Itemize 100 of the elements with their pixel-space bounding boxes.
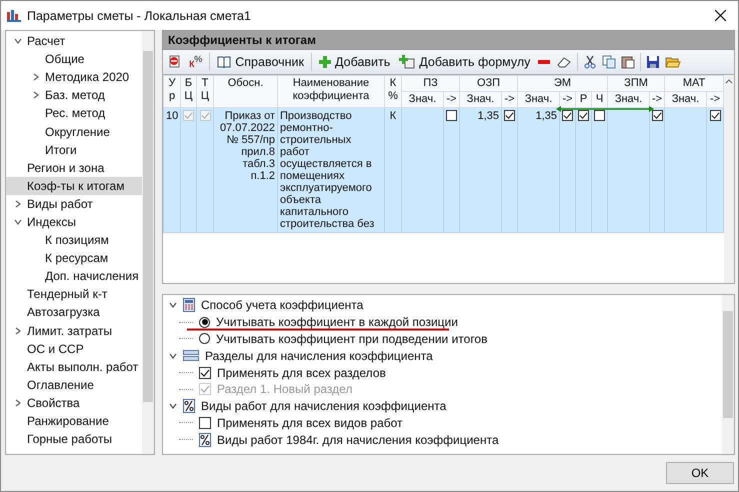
sidebar-item[interactable]: Свойства	[6, 394, 142, 412]
checkbox[interactable]	[652, 110, 663, 121]
percent-icon	[183, 399, 195, 414]
checkbox[interactable]	[199, 366, 211, 379]
tree-item-label[interactable]: Виды работ 1984г. для начисления коэффициента	[217, 432, 499, 447]
table-cell: 10	[164, 108, 180, 232]
add-button[interactable]: Добавить	[317, 55, 392, 69]
radio-label[interactable]: Учитывать коэффициент при подведении итогов	[216, 332, 488, 346]
chevron-icon[interactable]	[14, 398, 22, 407]
table-cell: К	[384, 108, 402, 232]
add-formula-button[interactable]: Добавить формулу	[397, 55, 532, 69]
column-group-header: ЗПМ	[608, 76, 665, 92]
ok-button[interactable]: OK	[666, 462, 734, 484]
sidebar-item[interactable]: Рес. метод	[6, 104, 142, 122]
radio-label[interactable]: Учитывать коэффициент в каждой позиции	[216, 315, 458, 330]
chevron-icon[interactable]	[14, 37, 22, 46]
radio-button[interactable]	[199, 316, 210, 328]
column-header: Ур	[164, 76, 180, 108]
sidebar-item[interactable]: Автозагрузка	[6, 303, 142, 322]
checkbox[interactable]	[199, 416, 211, 429]
folder-icon[interactable]	[665, 55, 682, 69]
sidebar-item[interactable]: Тендерный к-т	[6, 285, 142, 304]
close-icon[interactable]	[715, 10, 726, 21]
delete-row-icon[interactable]	[168, 55, 182, 69]
tree-node-label[interactable]: Разделы для начисления коэффициента	[205, 348, 433, 363]
sidebar-item[interactable]: Коэф-ты к итогам	[6, 176, 142, 195]
tree-node-label[interactable]: Виды работ для начисления коэффициента	[201, 399, 446, 414]
coefficient-percent-button[interactable]: к$^{%}$	[187, 54, 204, 70]
sidebar-item[interactable]: Округление	[6, 122, 142, 141]
chevron-icon[interactable]	[14, 200, 22, 208]
sidebar-item[interactable]: ОС и ССР	[6, 340, 142, 358]
plus-formula-icon	[399, 55, 416, 69]
eraser-icon[interactable]	[556, 55, 572, 69]
table-cell: 1,35	[460, 108, 502, 232]
chevron-up-icon[interactable]	[725, 79, 734, 84]
sidebar-item[interactable]: Расчет	[6, 32, 142, 50]
chevron-icon[interactable]	[32, 73, 40, 82]
table-row[interactable]: 10 Приказ от 07.07.2022 № 557/пр прил.8 табл.3 п.1.2 Производство ремонтно- строительных работ осуществляется в помещениях эксплуатируемого объекта капитального строительства без К 1,35 1,35	[164, 108, 724, 232]
tree-node-label[interactable]: Способ учета коэффициента	[201, 298, 364, 312]
sidebar-item[interactable]: К ресурсам	[6, 249, 142, 268]
sidebar-item[interactable]: Лимит. затраты	[6, 322, 142, 340]
checkbox[interactable]	[594, 110, 606, 121]
panel-title: Коэффициенты к итогам	[162, 30, 735, 50]
column-header: Знач.	[518, 92, 560, 108]
column-header: Знач.	[608, 92, 650, 108]
checkbox[interactable]	[504, 110, 515, 121]
column-header: ТЦ	[196, 76, 214, 108]
checkbox-label[interactable]: Применять для всех видов работ	[217, 416, 403, 430]
column-header: Знач.	[402, 92, 444, 108]
column-group-header: ПЗ	[402, 76, 460, 92]
checkbox[interactable]	[562, 110, 574, 121]
scrollbar[interactable]	[722, 295, 734, 454]
column-header: К %	[384, 76, 402, 108]
checkbox-label[interactable]: Применять для всех разделов	[217, 366, 386, 380]
table-cell: 1,35	[518, 108, 560, 232]
chevron-icon[interactable]	[14, 326, 22, 335]
sidebar-item[interactable]: Методика 2020	[6, 68, 142, 86]
column-header: БЦ	[180, 76, 196, 108]
copy-icon[interactable]	[602, 55, 616, 69]
chevron-icon[interactable]	[169, 301, 177, 310]
checkbox[interactable]	[446, 110, 457, 121]
radio-button[interactable]	[199, 333, 210, 344]
sidebar-item[interactable]: Регион и зона	[6, 158, 142, 177]
sidebar-item[interactable]: К позициям	[6, 231, 142, 250]
column-header: Обосн.	[214, 76, 278, 108]
sidebar-item[interactable]: Акты выполн. работ	[6, 358, 142, 376]
chevron-icon[interactable]	[169, 402, 177, 410]
chevron-icon[interactable]	[169, 352, 177, 360]
scrollbar[interactable]	[724, 75, 734, 283]
scrollbar[interactable]	[142, 31, 154, 454]
paste-icon[interactable]	[621, 55, 636, 69]
column-group-header: ЭМ	[518, 76, 608, 92]
scissors-icon[interactable]	[583, 55, 598, 69]
book-icon	[217, 56, 232, 68]
column-group-header: МАТ	[664, 76, 724, 92]
sidebar-item[interactable]: Горные работы	[6, 430, 142, 448]
checkbox[interactable]	[578, 110, 590, 121]
sidebar-item[interactable]: Баз. метод	[6, 86, 142, 104]
sidebar-item[interactable]: Оглавление	[6, 376, 142, 394]
percent-icon	[199, 432, 211, 447]
plus-icon	[319, 56, 332, 68]
save-icon[interactable]	[646, 55, 660, 69]
reference-button[interactable]: Справочник	[215, 55, 306, 69]
sidebar-item[interactable]: Доп. начисления	[6, 267, 142, 286]
column-group-header: ОЗП	[460, 76, 518, 92]
chevron-icon[interactable]	[14, 218, 22, 226]
column-header: Наименование коэффициента	[278, 76, 384, 108]
checkbox[interactable]	[710, 110, 721, 121]
sidebar-item[interactable]: Индексы	[6, 212, 142, 232]
layers-icon	[183, 350, 199, 362]
sidebar-item[interactable]: Общие	[6, 50, 142, 68]
table-cell: Приказ от 07.07.2022 № 557/пр прил.8 табл.3 п.1.2	[214, 108, 278, 232]
table-cell: Производство ремонтно- строительных работ осуществляется в помещениях эксплуатируемого объекта капитального строительства без	[278, 108, 384, 232]
chevron-icon[interactable]	[32, 91, 40, 100]
column-header: Знач.	[460, 92, 502, 108]
bar-chart-icon	[7, 10, 21, 22]
sidebar-item[interactable]: Виды работ	[6, 194, 142, 213]
sidebar-item[interactable]: Итоги	[6, 140, 142, 159]
sidebar-item[interactable]: Ранжирование	[6, 412, 142, 430]
column-header: Знач.	[664, 92, 707, 108]
